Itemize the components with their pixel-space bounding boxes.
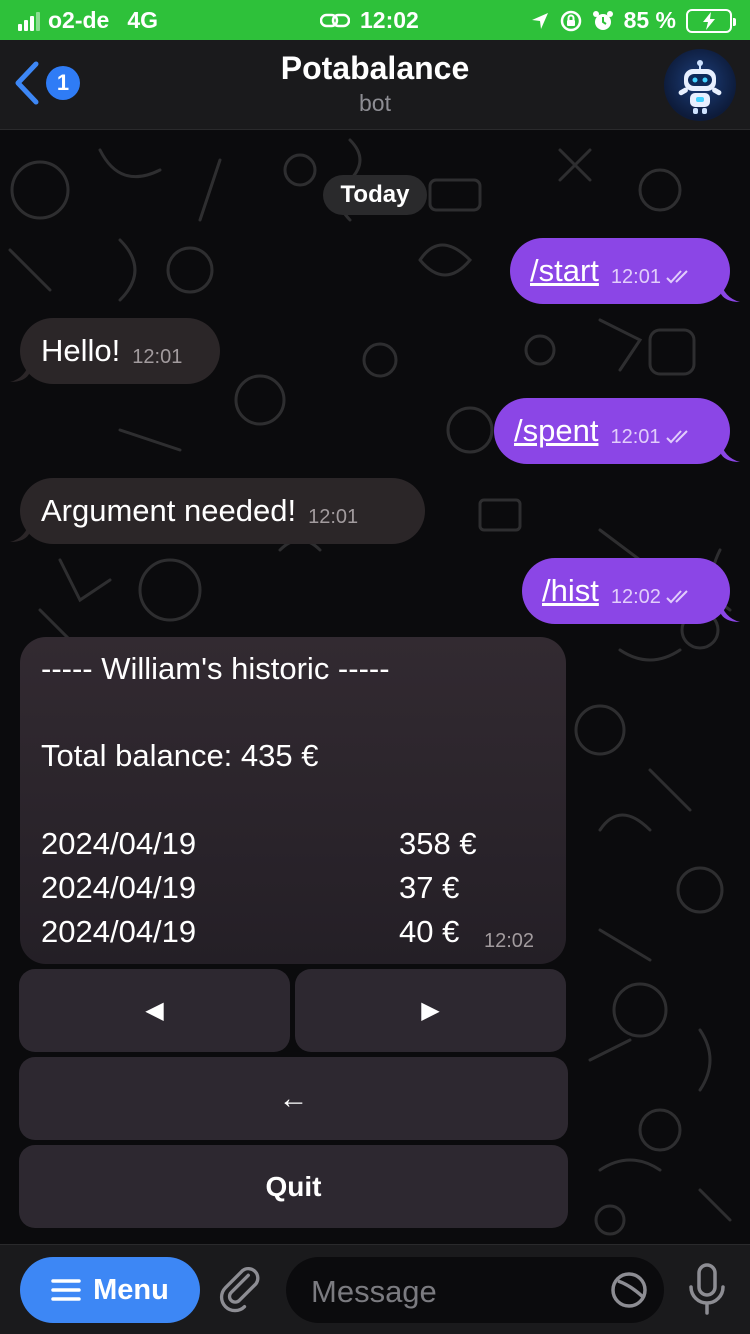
history-total: Total balance: 435 €	[41, 738, 319, 773]
attachment-paperclip-icon[interactable]	[218, 1266, 266, 1314]
message-bubble-outgoing[interactable]: /start 12:01	[510, 238, 730, 304]
message-time: 12:01	[610, 265, 661, 288]
message-bubble-incoming[interactable]: Hello! 12:01	[20, 318, 220, 384]
quit-button-label: Quit	[265, 1170, 322, 1202]
bot-avatar[interactable]	[664, 49, 736, 121]
next-page-button[interactable]: ▶	[295, 969, 566, 1052]
back-arrow-button[interactable]: ←	[19, 1057, 568, 1140]
link-icon	[320, 13, 350, 27]
history-row-amount: 40 €	[399, 914, 460, 949]
history-message-bubble[interactable]: ----- William's historic ----- Total bal…	[20, 637, 566, 964]
history-row-amount: 358 €	[399, 826, 477, 861]
status-left: o2-de 4G	[18, 7, 158, 34]
carrier-name: o2-de	[48, 7, 110, 33]
message-bubble-incoming[interactable]: Argument needed! 12:01	[20, 478, 425, 544]
status-time: 12:02	[360, 7, 419, 33]
chat-title[interactable]: Potabalance	[0, 50, 750, 87]
message-time: 12:01	[132, 345, 183, 368]
message-input-bar: Menu Message	[0, 1244, 750, 1334]
message-text: Hello!	[41, 333, 121, 368]
robot-icon	[678, 60, 722, 114]
previous-page-button[interactable]: ◀	[19, 969, 290, 1052]
bubble-tail	[10, 360, 30, 382]
triangle-left-icon: ◀	[145, 997, 164, 1024]
chat-subtitle: bot	[359, 90, 391, 116]
alarm-icon	[592, 10, 613, 30]
bubble-tail	[10, 520, 30, 542]
battery-icon	[686, 8, 736, 33]
signal-strength-icon	[18, 11, 40, 31]
hamburger-icon	[51, 1279, 81, 1301]
menu-button-label: Menu	[93, 1273, 169, 1306]
quit-button[interactable]: Quit	[19, 1145, 568, 1228]
status-right: 85 %	[530, 7, 736, 34]
sticker-icon[interactable]	[610, 1271, 648, 1309]
message-time: 12:02	[610, 585, 661, 608]
status-bar: o2-de 4G 12:02 85 %	[0, 0, 750, 40]
message-bubble-outgoing[interactable]: /spent 12:01	[494, 398, 730, 464]
message-time: 12:01	[308, 505, 359, 528]
triangle-right-icon: ▶	[421, 997, 440, 1024]
read-checkmarks-icon	[666, 590, 688, 604]
menu-button[interactable]: Menu	[20, 1257, 200, 1323]
bubble-tail	[720, 440, 740, 462]
message-time: 12:02	[484, 930, 535, 952]
arrow-left-icon: ←	[278, 1081, 309, 1115]
history-row-date: 2024/04/19	[41, 870, 197, 905]
history-heading: ----- William's historic -----	[41, 651, 390, 686]
history-row-amount: 37 €	[399, 870, 460, 905]
chat-header: 1 Potabalance bot	[0, 40, 750, 130]
message-text[interactable]: /spent	[514, 413, 598, 449]
read-checkmarks-icon	[665, 430, 688, 444]
message-text[interactable]: /hist	[542, 573, 599, 609]
history-row-date: 2024/04/19	[41, 914, 197, 949]
message-bubble-outgoing[interactable]: /hist 12:02	[522, 558, 730, 624]
chat-area[interactable]: Today /start 12:01 Hello! 12:01 /spent 1…	[0, 130, 750, 1244]
orientation-lock-icon	[560, 10, 581, 31]
history-row-date: 2024/04/19	[41, 826, 197, 861]
message-text[interactable]: /start	[530, 253, 599, 289]
message-input[interactable]: Message	[286, 1257, 664, 1323]
date-separator: Today	[323, 175, 427, 215]
read-checkmarks-icon	[666, 270, 688, 284]
message-text: Argument needed!	[41, 493, 297, 528]
microphone-icon[interactable]	[688, 1263, 726, 1315]
network-type: 4G	[127, 7, 159, 33]
battery-percent: 85 %	[623, 7, 676, 33]
bubble-tail	[720, 600, 740, 622]
bubble-tail	[720, 280, 740, 302]
message-placeholder: Message	[311, 1274, 437, 1309]
location-arrow-icon	[531, 12, 548, 29]
message-time: 12:01	[610, 425, 661, 448]
status-center: 12:02	[320, 7, 419, 34]
